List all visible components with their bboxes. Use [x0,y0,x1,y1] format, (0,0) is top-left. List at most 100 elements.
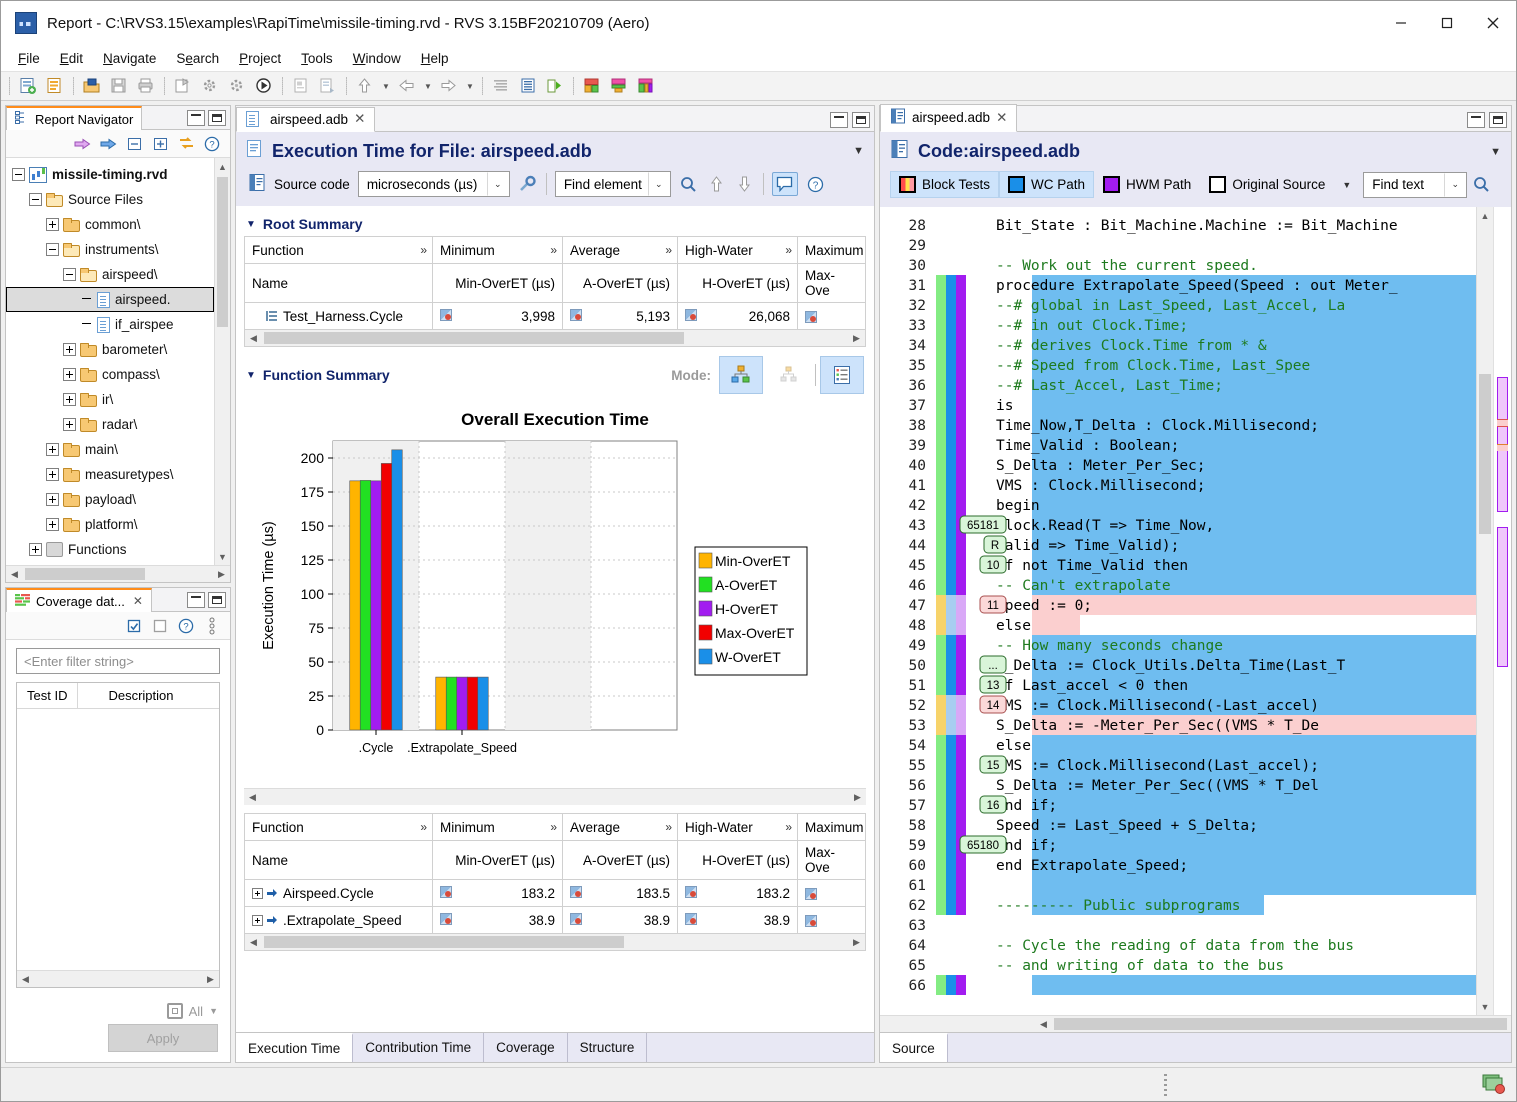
root-hscroll-track[interactable] [262,330,848,346]
root-hscroll-thumb[interactable] [264,332,684,344]
navigate-forward-icon[interactable] [436,74,462,98]
minimize-button[interactable] [1378,1,1424,45]
code-line[interactable]: --# Last_Accel, Last_Time; [996,378,1223,394]
code-annotation-ruler[interactable] [1493,207,1511,1015]
code-hscroll-track[interactable] [1052,1016,1511,1032]
chart-bar[interactable] [370,480,382,731]
find-text-input[interactable]: Find text ⌄ [1363,171,1468,198]
code-line[interactable]: Bit_State : Bit_Machine.Machine := Bit_M… [996,218,1398,234]
code-line[interactable]: --# derives Clock.Time from * & [996,338,1267,354]
expand-icon[interactable] [29,543,42,556]
collapse-icon[interactable] [29,193,42,206]
units-select[interactable]: microseconds (µs) ⌄ [357,171,510,197]
code-line[interactable]: --# global in Last_Speed, Last_Accel, La [996,298,1345,314]
scroll-left-icon[interactable]: ◀ [1035,1016,1052,1033]
chevron-down-icon[interactable]: ▼ [209,1006,218,1016]
code-line[interactable]: S_Delta := -Meter_Per_Sec((VMS * T_De [996,718,1319,734]
code-line[interactable]: procedure Extrapolate_Speed(Speed : out … [996,278,1398,294]
coverage-hscroll-track[interactable] [34,971,202,987]
tree-item-barometer[interactable]: barometer\ [6,337,214,362]
code-scroll-thumb[interactable] [1479,374,1491,534]
coverage-perspective-icon[interactable] [579,74,605,98]
code-vscrollbar[interactable]: ▲ ▼ [1476,207,1493,1015]
expand-columns-icon[interactable]: » [785,820,792,834]
print-icon[interactable] [133,74,159,98]
chart-cell-icon[interactable] [685,912,697,925]
toggle-wc-path[interactable]: WC Path [999,171,1095,198]
save-icon[interactable] [106,74,132,98]
chart-cell-icon[interactable] [685,885,697,898]
navigator-hscroll-track[interactable] [23,566,213,582]
coverage-badge[interactable]: 11 [979,595,1007,614]
navigate-back-dropdown[interactable]: ▼ [421,74,435,98]
code-line[interactable]: -- Work out the current speed. [996,258,1258,274]
chart-bar[interactable] [359,480,372,731]
chart-bar[interactable] [456,676,468,731]
close-icon[interactable]: ✕ [354,111,365,127]
expand-columns-icon[interactable]: » [665,243,672,257]
fn-hscroll-track[interactable] [262,934,848,950]
expand-columns-icon[interactable]: » [785,243,792,257]
code-line[interactable]: if not Time_Valid then [996,558,1188,574]
code-scroll-track[interactable] [1477,224,1493,998]
expand-all-icon[interactable] [150,134,170,154]
chart-cell-icon[interactable] [805,310,817,323]
scroll-right-icon[interactable]: ▶ [213,566,230,583]
chart-bar[interactable] [445,676,458,731]
run-analysis-icon[interactable] [542,74,568,98]
menu-edit[interactable]: Edit [51,48,92,69]
new-project-icon[interactable] [170,74,196,98]
expand-icon[interactable] [63,418,76,431]
expand-columns-icon[interactable]: » [420,820,427,834]
expand-columns-icon[interactable]: » [420,243,427,257]
help-icon[interactable]: ? [806,174,826,194]
coverage-badge[interactable]: R [983,535,1007,554]
col-average[interactable]: Average » [562,236,678,264]
chart-cell-icon[interactable] [440,308,452,321]
chart-bar[interactable] [466,676,479,731]
col-minimum[interactable]: Minimum » [432,236,563,264]
find-element-input[interactable]: Find element ⌄ [554,171,671,197]
link-editor-icon[interactable] [176,134,196,154]
chart-bar[interactable] [380,463,393,731]
coverage-badge[interactable]: 65180 [959,835,1007,854]
coverage-badge[interactable]: 15 [979,755,1007,774]
find-next-icon[interactable] [735,174,755,194]
navigate-forward-dropdown[interactable]: ▼ [463,74,477,98]
chevron-down-icon[interactable]: ▼ [246,219,256,230]
tree-item-platform[interactable]: platform\ [6,512,214,537]
collapse-icon[interactable] [46,243,59,256]
chart-cell-icon[interactable] [440,912,452,925]
tree-item-ir[interactable]: ir\ [6,387,214,412]
scroll-left-icon[interactable]: ◀ [6,566,23,583]
code-line[interactable]: VMS := Clock.Millisecond(-Last_accel) [996,698,1319,714]
annotation-marker-uncovered[interactable] [1497,444,1508,451]
build-icon[interactable] [197,74,223,98]
code-line[interactable]: T_Delta := Clock_Utils.Delta_Time(Last_T [996,658,1345,674]
code-line[interactable]: is [996,398,1013,414]
col-maximum[interactable]: Maximum [797,236,866,264]
scroll-up-icon[interactable]: ▲ [1477,207,1493,224]
chart-cell-icon[interactable] [440,885,452,898]
scroll-down-icon[interactable]: ▼ [215,548,231,565]
navigator-scroll-track[interactable] [215,175,230,548]
tree-item-instruments[interactable]: instruments\ [6,237,214,262]
code-line[interactable]: Speed := 0; [996,598,1092,614]
tree-item-airspeed[interactable]: airspeed\ [6,262,214,287]
search-icon[interactable] [1471,175,1491,195]
toggle-block-tests[interactable]: Block Tests [890,171,1000,198]
expand-icon[interactable] [252,887,263,899]
tree-item-airspeed[interactable]: airspeed. [6,287,214,312]
code-line[interactable]: VMS : Clock.Millisecond; [996,478,1206,494]
collapse-all-icon[interactable] [124,134,144,154]
menu-help[interactable]: Help [412,48,458,69]
coverage-badge[interactable]: 65181 [959,515,1007,534]
code-line[interactable]: VMS := Clock.Millisecond(Last_accel); [996,758,1319,774]
tree-item-common[interactable]: common\ [6,212,214,237]
tree-item-functions[interactable]: Functions [6,537,214,562]
navigator-tree[interactable]: missile-timing.rvd Source Files common\ ins… [6,158,214,565]
code-line[interactable]: -- How many seconds change [996,638,1223,654]
tab-coverage-data[interactable]: Coverage dat... ✕ [6,588,152,612]
scroll-left-icon[interactable]: ◀ [244,789,261,806]
chevron-down-icon[interactable]: ⌄ [647,172,670,196]
